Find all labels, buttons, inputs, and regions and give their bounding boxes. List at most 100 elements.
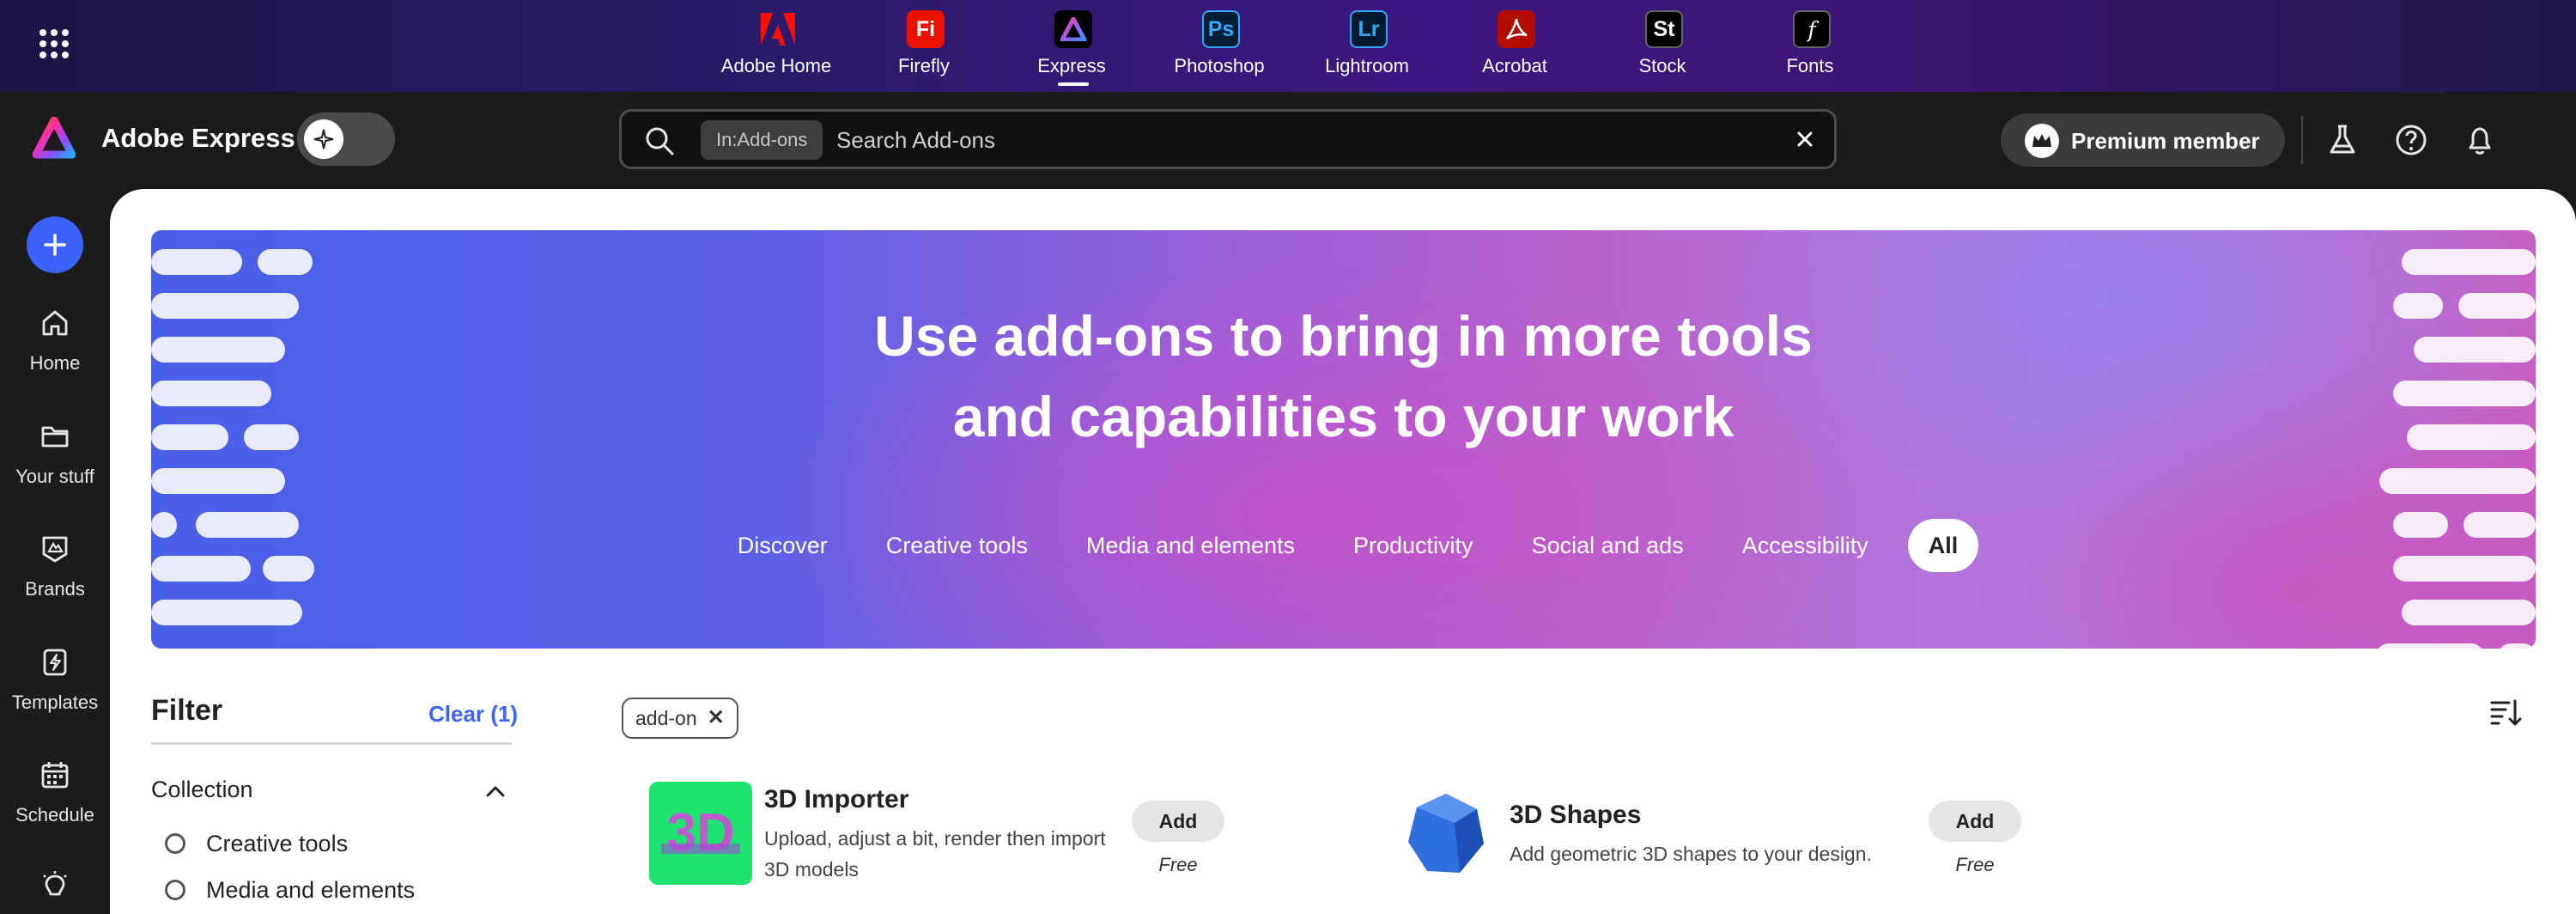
app-acrobat[interactable]: Acrobat	[1441, 0, 1589, 92]
chevron-up-icon[interactable]	[483, 778, 508, 804]
nav-home[interactable]: Home	[0, 308, 110, 402]
app-label: Firefly	[898, 55, 950, 76]
app-label: Stock	[1638, 55, 1686, 76]
price-label: Free	[1158, 854, 1198, 875]
active-app-indicator	[1058, 82, 1089, 86]
add-button[interactable]: Add	[1929, 801, 2021, 842]
search-scope-chip[interactable]: In:Add-ons	[701, 120, 823, 160]
clear-search-icon[interactable]	[1791, 125, 1819, 153]
nav-label: Brands	[25, 578, 85, 600]
acrobat-icon	[1498, 10, 1535, 48]
app-express[interactable]: Express	[998, 0, 1145, 92]
crown-icon	[2025, 124, 2059, 158]
filter-option-creative-tools[interactable]: Creative tools	[165, 826, 348, 861]
magic-toggle[interactable]	[297, 113, 395, 166]
premium-member-button[interactable]: Premium member	[2001, 113, 2285, 167]
left-navigation-rail: Home Your stuff Brands Templates Schedul…	[0, 189, 110, 914]
templates-icon	[43, 649, 67, 676]
add-on-name[interactable]: 3D Shapes	[1510, 801, 1641, 830]
app-label: Photoshop	[1174, 55, 1265, 76]
sort-icon[interactable]	[2488, 696, 2523, 730]
labs-flask-icon[interactable]	[2325, 123, 2360, 157]
nav-brands[interactable]: Brands	[0, 533, 110, 628]
nav-label: Your stuff	[15, 466, 94, 487]
tab-productivity[interactable]: Productivity	[1324, 519, 1503, 572]
add-on-card[interactable]: 3D Shapes Add geometric 3D shapes to you…	[1394, 782, 2047, 911]
lightbulb-icon	[43, 871, 67, 896]
app-grid-icon[interactable]	[39, 29, 69, 58]
app-photoshop[interactable]: Ps Photoshop	[1145, 0, 1293, 92]
nav-label: Schedule	[15, 804, 94, 826]
tab-discover[interactable]: Discover	[708, 519, 857, 572]
app-lightroom[interactable]: Lr Lightroom	[1293, 0, 1441, 92]
tab-media-and-elements[interactable]: Media and elements	[1057, 519, 1324, 572]
notifications-bell-icon[interactable]	[2463, 123, 2497, 157]
nav-schedule[interactable]: Schedule	[0, 759, 110, 854]
express-icon	[1054, 10, 1092, 48]
category-tabs: Discover Creative tools Media and elemen…	[151, 519, 2536, 572]
nav-templates[interactable]: Templates	[0, 647, 110, 741]
filter-option-label: Media and elements	[206, 876, 416, 903]
help-icon[interactable]	[2394, 123, 2428, 157]
plus-icon	[44, 234, 66, 256]
stock-icon: St	[1645, 10, 1683, 48]
adobe-logo-icon	[759, 10, 797, 48]
lightroom-icon: Lr	[1350, 10, 1388, 48]
app-label: Adobe Home	[720, 55, 832, 76]
app-stock[interactable]: St Stock	[1589, 0, 1736, 92]
hero-headline: Use add-ons to bring in more tools and c…	[874, 304, 1813, 448]
active-filter-tag[interactable]: add-on ✕	[622, 698, 738, 739]
express-logo-icon[interactable]	[32, 116, 76, 160]
app-adobe-home[interactable]: Adobe Home	[702, 0, 850, 92]
collection-section-heading[interactable]: Collection	[151, 777, 253, 803]
search-input[interactable]	[836, 120, 1764, 160]
create-new-button[interactable]	[27, 216, 83, 273]
nav-inspiration[interactable]	[0, 871, 110, 914]
tab-accessibility[interactable]: Accessibility	[1713, 519, 1898, 572]
sparkle-icon	[304, 119, 343, 159]
add-on-thumbnail	[1394, 782, 1498, 885]
app-name: Adobe Express	[101, 123, 295, 153]
firefly-icon: Fi	[907, 10, 945, 48]
remove-tag-icon[interactable]: ✕	[708, 699, 725, 737]
nav-label: Templates	[11, 692, 99, 713]
filter-option-media-and-elements[interactable]: Media and elements	[165, 873, 415, 907]
header-divider	[2301, 116, 2303, 164]
app-label: Lightroom	[1325, 55, 1409, 76]
tab-creative-tools[interactable]: Creative tools	[857, 519, 1057, 572]
add-on-description: Add geometric 3D shapes to your design.	[1510, 843, 1872, 865]
app-label: Acrobat	[1482, 55, 1547, 76]
radio-button[interactable]	[165, 833, 185, 854]
tab-all[interactable]: All	[1907, 519, 1979, 572]
add-on-thumbnail: 3D	[649, 782, 752, 885]
fonts-icon: f	[1793, 10, 1831, 48]
nav-label: Home	[29, 352, 81, 374]
premium-label: Premium member	[2071, 128, 2260, 154]
tab-social-and-ads[interactable]: Social and ads	[1503, 519, 1713, 572]
app-label: Fonts	[1786, 55, 1834, 76]
app-list: Adobe Home Fi Firefly Express Ps Photosh…	[702, 0, 1884, 92]
filter-title: Filter	[151, 694, 223, 727]
radio-button[interactable]	[165, 880, 185, 900]
brands-icon	[42, 536, 68, 563]
add-ons-hero-banner: Use add-ons to bring in more tools and c…	[151, 230, 2536, 649]
app-label: Express	[1037, 55, 1106, 76]
calendar-icon	[41, 762, 69, 789]
app-firefly[interactable]: Fi Firefly	[850, 0, 998, 92]
search-bar: In:Add-ons	[619, 109, 1837, 169]
add-on-description: Upload, adjust a bit, render then import…	[764, 827, 1106, 880]
app-fonts[interactable]: f Fonts	[1736, 0, 1884, 92]
add-on-name[interactable]: 3D Importer	[764, 785, 908, 814]
clear-filters-link[interactable]: Clear (1)	[428, 701, 518, 728]
app-switcher-bar: Adobe Home Fi Firefly Express Ps Photosh…	[0, 0, 2576, 92]
search-icon	[646, 127, 674, 155]
photoshop-icon: Ps	[1202, 10, 1240, 48]
price-label: Free	[1955, 854, 1995, 875]
add-button[interactable]: Add	[1132, 801, 1224, 842]
nav-your-stuff[interactable]: Your stuff	[0, 421, 110, 515]
folder-icon	[41, 426, 69, 448]
add-on-card[interactable]: 3D 3D Importer Upload, adjust a bit, ren…	[649, 782, 1302, 911]
filter-divider	[151, 742, 512, 745]
main-content: Use add-ons to bring in more tools and c…	[110, 189, 2576, 914]
filter-option-label: Creative tools	[206, 830, 349, 856]
